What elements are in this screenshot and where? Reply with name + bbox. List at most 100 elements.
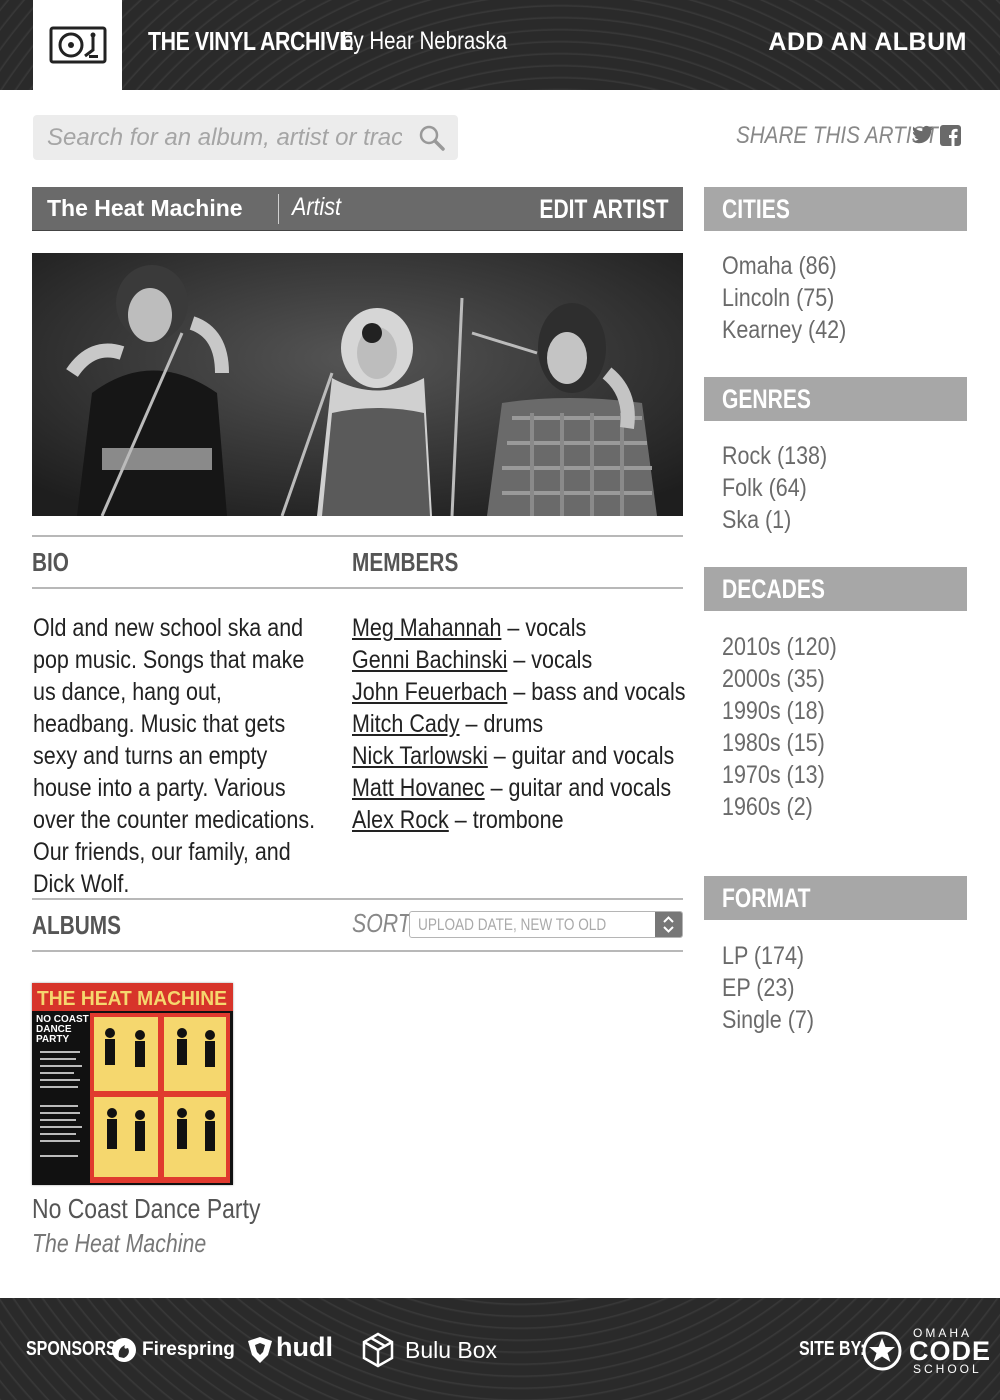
sponsor-bulu-box[interactable]: Bulu Box	[405, 1337, 497, 1364]
filter-item[interactable]: LP (174)	[722, 940, 814, 972]
album-cover[interactable]: THE HEAT MACHINE NO COAST DANCE PARTY	[32, 983, 233, 1185]
filter-item[interactable]: 1970s (13)	[722, 759, 837, 791]
sponsor-firespring[interactable]: Firespring	[142, 1339, 235, 1361]
site-by-small-bottom: SCHOOL	[913, 1362, 982, 1376]
firespring-icon	[112, 1338, 136, 1362]
album-artist: The Heat Machine	[32, 1228, 207, 1258]
twitter-icon[interactable]	[912, 125, 934, 145]
members-list: Meg Mahannah – vocals Genni Bachinski – …	[352, 612, 685, 836]
member-role: trombone	[472, 806, 564, 834]
search-icon[interactable]	[418, 124, 446, 152]
sort-select[interactable]: UPLOAD DATE, NEW TO OLD	[409, 911, 683, 938]
member-item: Matt Hovanec – guitar and vocals	[352, 772, 685, 804]
search-input[interactable]	[33, 115, 458, 160]
site-header: THE VINYL ARCHIVE by Hear Nebraska ADD A…	[0, 0, 1000, 90]
member-role: guitar and vocals	[508, 774, 672, 802]
member-role: drums	[483, 710, 544, 738]
album-title-link[interactable]: No Coast Dance Party	[32, 1193, 260, 1225]
filter-item[interactable]: Folk (64)	[722, 472, 827, 504]
member-link[interactable]: Meg Mahannah	[352, 614, 501, 642]
member-item: Nick Tarlowski – guitar and vocals	[352, 740, 685, 772]
bio-heading: BIO	[32, 547, 69, 577]
turntable-icon	[49, 26, 106, 64]
artist-photo	[32, 253, 683, 516]
member-link[interactable]: Alex Rock	[352, 806, 449, 834]
decades-heading: DECADES	[704, 567, 967, 611]
member-separator: –	[507, 646, 532, 674]
member-role: vocals	[525, 614, 587, 642]
album-cover-band: THE HEAT MACHINE	[37, 988, 227, 1010]
divider	[32, 587, 683, 589]
member-separator: –	[501, 614, 526, 642]
format-list: LP (174) EP (23) Single (7)	[722, 940, 814, 1036]
site-title[interactable]: THE VINYL ARCHIVE	[148, 26, 353, 57]
filter-item[interactable]: Single (7)	[722, 1004, 814, 1036]
member-separator: –	[484, 774, 509, 802]
member-item: Meg Mahannah – vocals	[352, 612, 685, 644]
filter-item[interactable]: Ska (1)	[722, 504, 827, 536]
sponsor-hudl[interactable]: hudl	[276, 1332, 333, 1363]
hudl-icon	[248, 1337, 272, 1363]
filter-item[interactable]: 1980s (15)	[722, 727, 837, 759]
member-role: guitar and vocals	[511, 742, 675, 770]
divider	[32, 535, 683, 537]
filter-item[interactable]: 2000s (35)	[722, 663, 837, 695]
members-heading: MEMBERS	[352, 547, 459, 577]
filter-item[interactable]: Rock (138)	[722, 440, 827, 472]
genres-heading: GENRES	[704, 377, 967, 421]
facebook-icon[interactable]	[940, 125, 961, 146]
filter-item[interactable]: Omaha (86)	[722, 250, 846, 282]
member-item: Mitch Cady – drums	[352, 708, 685, 740]
site-by-label: SITE BY:	[799, 1338, 866, 1360]
member-link[interactable]: John Feuerbach	[352, 678, 507, 706]
member-item: Alex Rock – trombone	[352, 804, 685, 836]
artist-role: Artist	[292, 193, 341, 221]
album-cover-title: PARTY	[36, 1034, 69, 1045]
edit-artist-button[interactable]: EDIT ARTIST	[539, 194, 668, 225]
site-subtitle: by Hear Nebraska	[342, 27, 508, 55]
select-arrows-icon	[655, 912, 682, 937]
decades-list: 2010s (120) 2000s (35) 1990s (18) 1980s …	[722, 631, 837, 823]
member-item: John Feuerbach – bass and vocals	[352, 676, 685, 708]
member-link[interactable]: Mitch Cady	[352, 710, 460, 738]
member-item: Genni Bachinski – vocals	[352, 644, 685, 676]
filter-item[interactable]: 1990s (18)	[722, 695, 837, 727]
member-separator: –	[448, 806, 473, 834]
filter-item[interactable]: EP (23)	[722, 972, 814, 1004]
divider	[32, 950, 683, 952]
filter-item[interactable]: Lincoln (75)	[722, 282, 846, 314]
member-separator: –	[507, 678, 532, 706]
member-link[interactable]: Genni Bachinski	[352, 646, 507, 674]
member-separator: –	[459, 710, 484, 738]
member-link[interactable]: Matt Hovanec	[352, 774, 485, 802]
add-album-link[interactable]: ADD AN ALBUM	[768, 28, 967, 57]
artist-bar: The Heat Machine Artist EDIT ARTIST	[32, 187, 683, 231]
cities-list: Omaha (86) Lincoln (75) Kearney (42)	[722, 250, 846, 346]
cities-heading-label: CITIES	[722, 194, 790, 224]
format-heading-label: FORMAT	[722, 883, 811, 913]
filter-item[interactable]: Kearney (42)	[722, 314, 846, 346]
decades-heading-label: DECADES	[722, 574, 825, 604]
member-link[interactable]: Nick Tarlowski	[352, 742, 488, 770]
bulu-box-icon	[362, 1332, 394, 1368]
sort-label: SORT	[352, 908, 411, 938]
artist-name: The Heat Machine	[47, 195, 243, 221]
member-role: vocals	[531, 646, 593, 674]
omaha-code-school-star-icon	[862, 1331, 902, 1371]
filter-item[interactable]: 2010s (120)	[722, 631, 837, 663]
member-separator: –	[487, 742, 512, 770]
format-heading: FORMAT	[704, 876, 967, 920]
site-footer: SPONSORS: Firespring hudl Bulu Box SITE …	[0, 1298, 1000, 1400]
bio-text: Old and new school ska and pop music. So…	[33, 614, 316, 898]
divider	[278, 194, 279, 224]
sort-value: UPLOAD DATE, NEW TO OLD	[418, 915, 607, 934]
turntable-logo[interactable]	[33, 0, 122, 90]
share-label: SHARE THIS ARTIST	[736, 122, 938, 149]
member-role: bass and vocals	[531, 678, 686, 706]
sponsors-label: SPONSORS:	[26, 1338, 123, 1360]
genres-heading-label: GENRES	[722, 384, 811, 414]
genres-list: Rock (138) Folk (64) Ska (1)	[722, 440, 827, 536]
divider	[32, 898, 683, 900]
cities-heading: CITIES	[704, 187, 967, 231]
filter-item[interactable]: 1960s (2)	[722, 791, 837, 823]
